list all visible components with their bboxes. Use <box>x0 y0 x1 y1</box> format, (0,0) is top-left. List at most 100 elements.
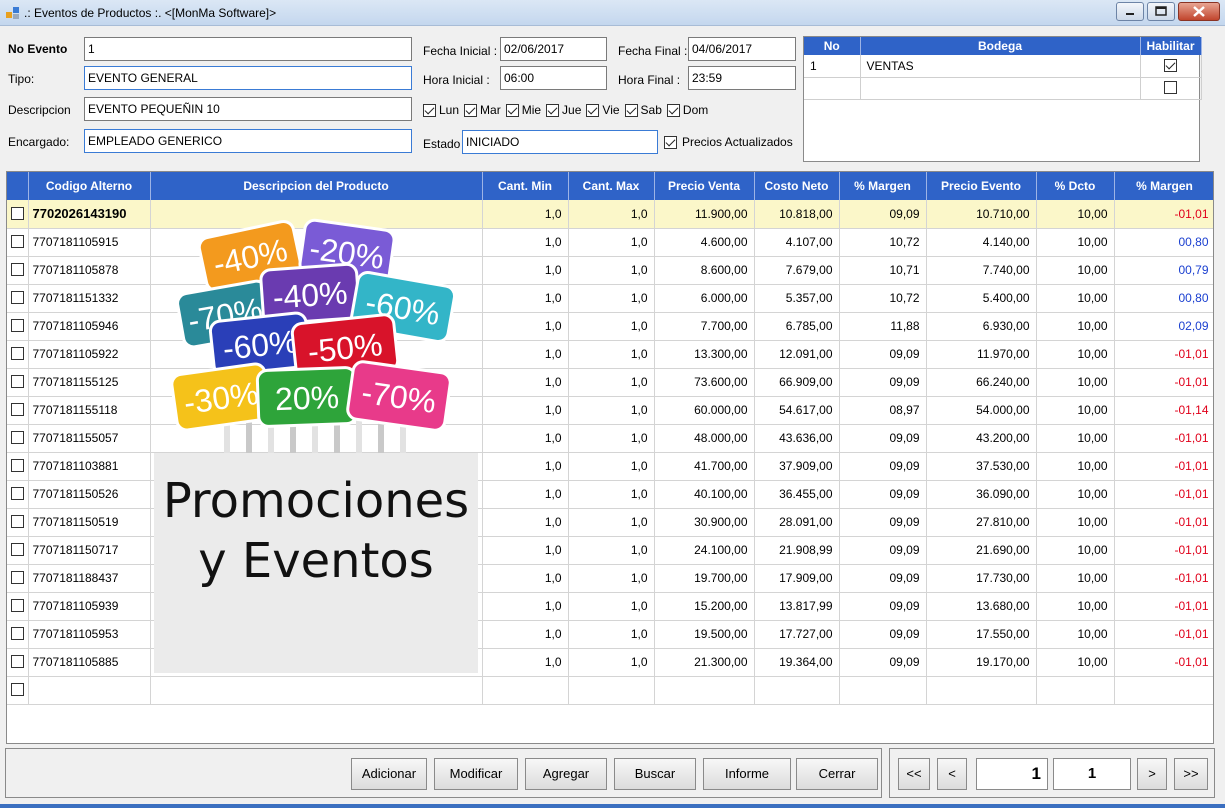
min-cell[interactable]: 1,0 <box>482 508 569 537</box>
row-checkbox[interactable] <box>10 515 24 528</box>
venta-cell[interactable]: 15.200,00 <box>654 592 755 621</box>
costo-cell[interactable]: 28.091,00 <box>754 508 840 537</box>
dcto-cell[interactable]: 10,00 <box>1036 648 1115 677</box>
min-cell[interactable]: 1,0 <box>482 200 569 229</box>
margen-cell[interactable]: 09,09 <box>839 648 927 677</box>
day-checkbox-mar[interactable]: Mar <box>464 103 501 117</box>
grid-header-select[interactable] <box>7 172 29 200</box>
codigo-cell[interactable]: 7707181105878 <box>28 256 151 285</box>
row-select-cell[interactable] <box>7 648 29 677</box>
bodega-no-cell[interactable] <box>804 77 861 100</box>
precios-checkbox-box[interactable] <box>664 135 677 149</box>
row-checkbox[interactable] <box>10 375 24 388</box>
dcto-cell[interactable]: 10,00 <box>1036 340 1115 369</box>
bodega-habilitar-cell[interactable] <box>1140 55 1202 78</box>
bodega-header-no[interactable]: No <box>804 37 861 55</box>
evento-cell[interactable]: 17.730,00 <box>926 564 1037 593</box>
margen2-cell[interactable]: -01,01 <box>1114 592 1213 621</box>
evento-cell[interactable]: 27.810,00 <box>926 508 1037 537</box>
margen2-cell[interactable]: 02,09 <box>1114 312 1213 341</box>
evento-cell[interactable]: 10.710,00 <box>926 200 1037 229</box>
codigo-cell[interactable]: 7707181150717 <box>28 536 151 565</box>
row-select-cell[interactable] <box>7 396 29 425</box>
empty-cell[interactable] <box>839 676 927 705</box>
min-cell[interactable]: 1,0 <box>482 648 569 677</box>
last-page-button[interactable]: >> <box>1174 758 1208 790</box>
costo-cell[interactable]: 6.785,00 <box>754 312 840 341</box>
min-cell[interactable]: 1,0 <box>482 396 569 425</box>
checkbox-icon[interactable] <box>505 103 519 117</box>
maximize-button[interactable] <box>1147 2 1175 21</box>
empty-cell[interactable] <box>150 676 483 705</box>
fecha-final-field[interactable]: 04/06/2017 <box>688 37 796 61</box>
row-checkbox[interactable] <box>10 235 24 248</box>
empty-cell[interactable] <box>754 676 840 705</box>
codigo-cell[interactable]: 7707181155057 <box>28 424 151 453</box>
descripcion-field[interactable]: EVENTO PEQUEÑIN 10 <box>84 97 412 121</box>
day-checkbox-jue[interactable]: Jue <box>546 103 581 117</box>
min-cell[interactable]: 1,0 <box>482 564 569 593</box>
minimize-button[interactable] <box>1116 2 1144 21</box>
next-page-button[interactable]: > <box>1137 758 1167 790</box>
prev-page-button[interactable]: < <box>937 758 967 790</box>
venta-cell[interactable]: 21.300,00 <box>654 648 755 677</box>
empty-cell[interactable] <box>482 676 569 705</box>
margen2-cell[interactable]: -01,01 <box>1114 564 1213 593</box>
venta-cell[interactable]: 13.300,00 <box>654 340 755 369</box>
max-cell[interactable]: 1,0 <box>568 256 655 285</box>
venta-cell[interactable]: 19.500,00 <box>654 620 755 649</box>
evento-cell[interactable]: 43.200,00 <box>926 424 1037 453</box>
row-checkbox[interactable] <box>10 683 24 696</box>
empty-cell[interactable] <box>654 676 755 705</box>
close-window-button[interactable] <box>1178 2 1220 21</box>
row-checkbox[interactable] <box>10 319 24 332</box>
max-cell[interactable]: 1,0 <box>568 312 655 341</box>
margen2-cell[interactable]: -01,01 <box>1114 452 1213 481</box>
margen-cell[interactable]: 09,09 <box>839 536 927 565</box>
costo-cell[interactable]: 37.909,00 <box>754 452 840 481</box>
hora-final-field[interactable]: 23:59 <box>688 66 796 90</box>
venta-cell[interactable]: 73.600,00 <box>654 368 755 397</box>
min-cell[interactable]: 1,0 <box>482 480 569 509</box>
empty-cell[interactable] <box>568 676 655 705</box>
grid-header-precio-evento[interactable]: Precio Evento <box>926 172 1037 200</box>
modificar-button[interactable]: Modificar <box>434 758 518 790</box>
checkbox-icon[interactable] <box>624 103 638 117</box>
row-select-cell[interactable] <box>7 508 29 537</box>
codigo-cell[interactable]: 7707181105885 <box>28 648 151 677</box>
max-cell[interactable]: 1,0 <box>568 592 655 621</box>
max-cell[interactable]: 1,0 <box>568 284 655 313</box>
tipo-field[interactable]: EVENTO GENERAL <box>84 66 412 90</box>
margen2-cell[interactable]: 00,80 <box>1114 228 1213 257</box>
min-cell[interactable]: 1,0 <box>482 368 569 397</box>
min-cell[interactable]: 1,0 <box>482 424 569 453</box>
margen2-cell[interactable]: 00,80 <box>1114 284 1213 313</box>
max-cell[interactable]: 1,0 <box>568 564 655 593</box>
row-checkbox[interactable] <box>10 347 24 360</box>
margen2-cell[interactable]: -01,01 <box>1114 200 1213 229</box>
min-cell[interactable]: 1,0 <box>482 592 569 621</box>
dcto-cell[interactable]: 10,00 <box>1036 396 1115 425</box>
row-select-cell[interactable] <box>7 452 29 481</box>
evento-cell[interactable]: 11.970,00 <box>926 340 1037 369</box>
dcto-cell[interactable]: 10,00 <box>1036 620 1115 649</box>
margen-cell[interactable]: 10,72 <box>839 228 927 257</box>
row-checkbox[interactable] <box>10 459 24 472</box>
margen2-cell[interactable]: -01,01 <box>1114 368 1213 397</box>
empty-cell[interactable] <box>926 676 1037 705</box>
row-select-cell[interactable] <box>7 424 29 453</box>
codigo-cell[interactable]: 7707181150519 <box>28 508 151 537</box>
margen-cell[interactable]: 10,72 <box>839 284 927 313</box>
evento-cell[interactable]: 66.240,00 <box>926 368 1037 397</box>
venta-cell[interactable]: 19.700,00 <box>654 564 755 593</box>
grid-header-cant-min[interactable]: Cant. Min <box>482 172 569 200</box>
margen-cell[interactable]: 09,09 <box>839 340 927 369</box>
checkbox-icon[interactable] <box>423 103 436 117</box>
venta-cell[interactable]: 8.600,00 <box>654 256 755 285</box>
codigo-cell[interactable]: 7707181150526 <box>28 480 151 509</box>
checkbox-icon[interactable] <box>546 103 560 117</box>
margen-cell[interactable]: 10,71 <box>839 256 927 285</box>
margen-cell[interactable]: 09,09 <box>839 424 927 453</box>
row-select-cell[interactable] <box>7 564 29 593</box>
dcto-cell[interactable]: 10,00 <box>1036 284 1115 313</box>
